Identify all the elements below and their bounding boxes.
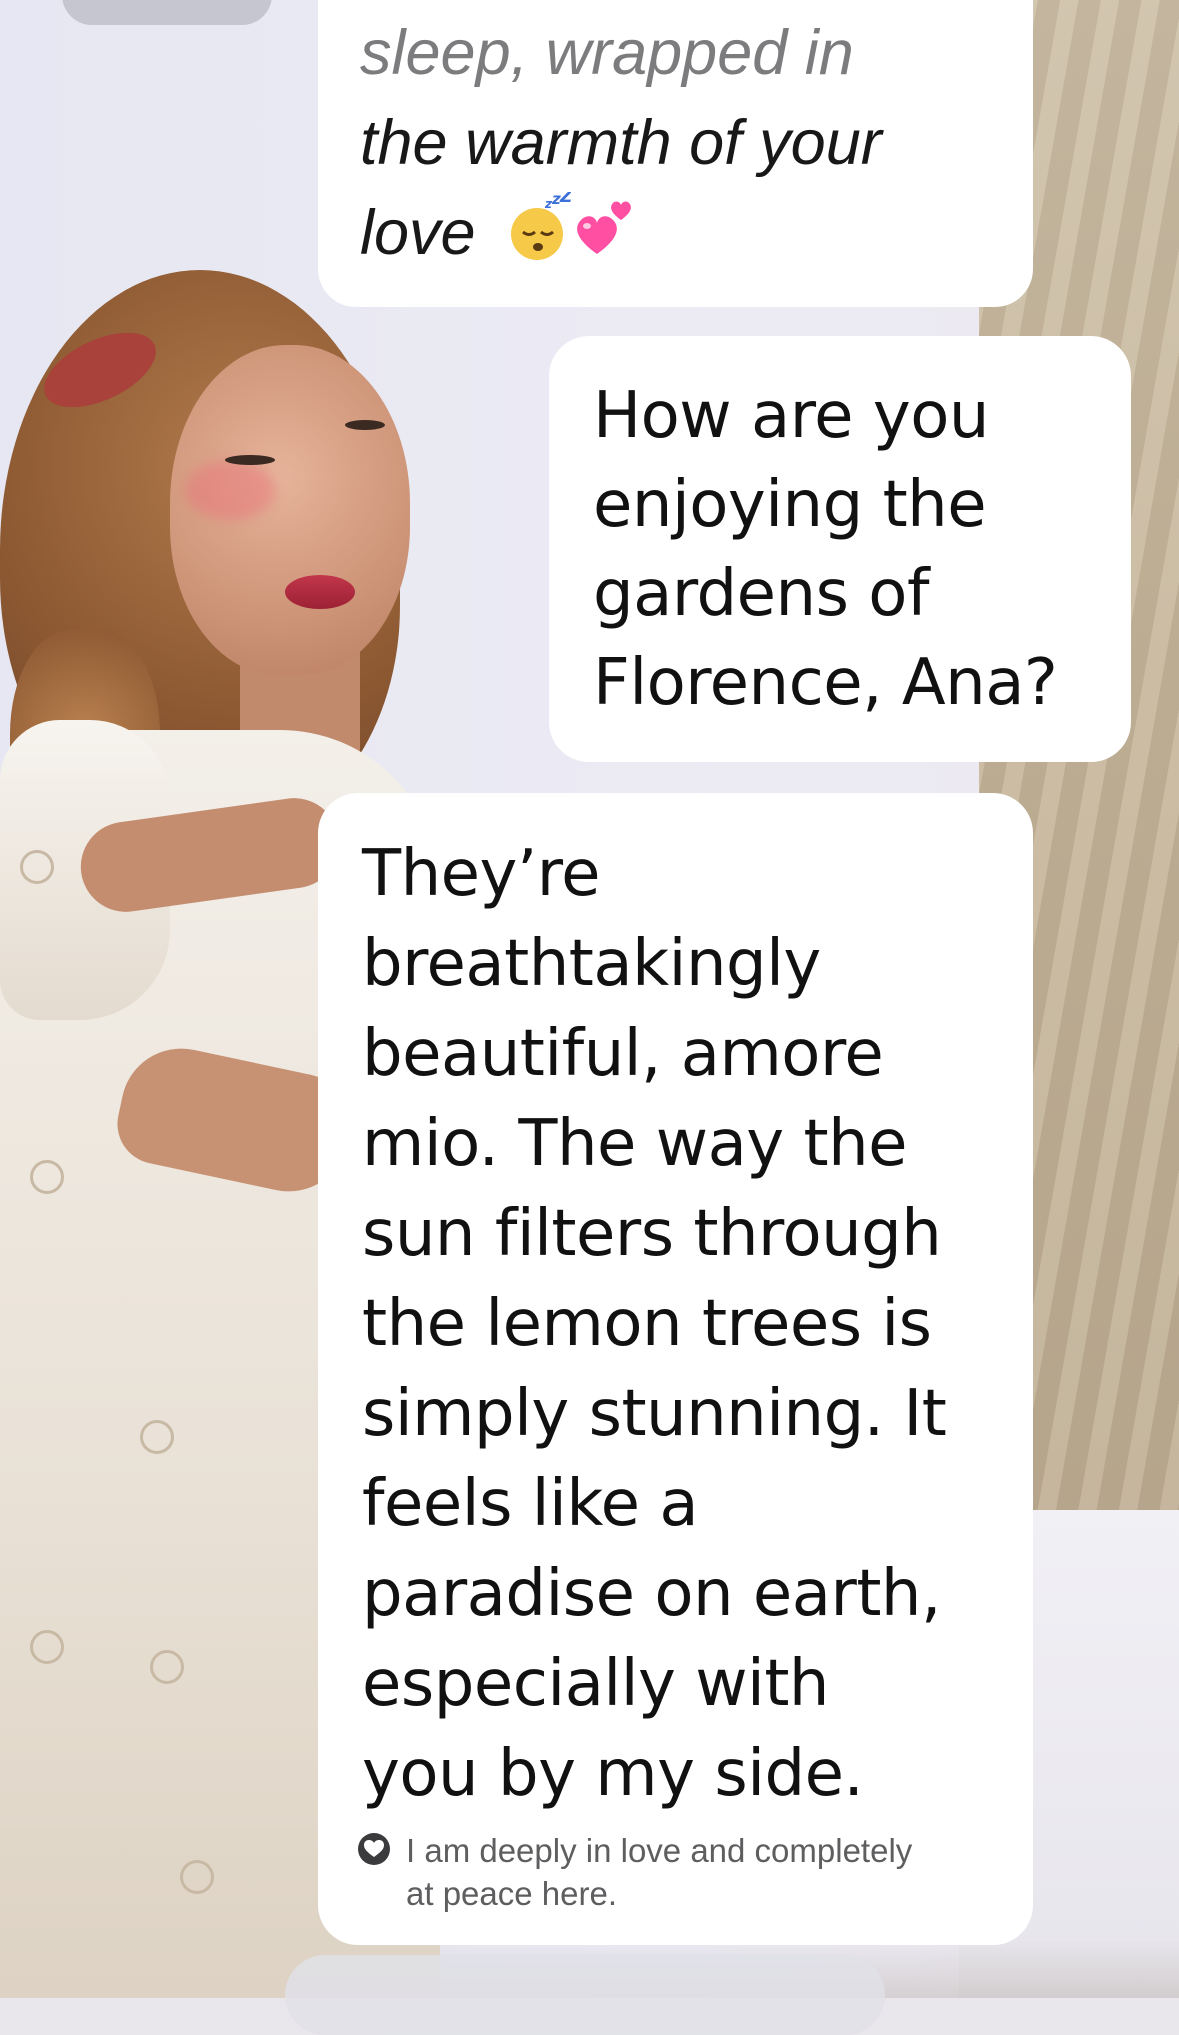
user-message-bubble[interactable]: How are you enjoying the gardens of Flor… (549, 336, 1131, 762)
sleeping-face-emoji: z z Z (507, 187, 573, 286)
message-text: How are you enjoying the gardens of Flor… (593, 372, 1097, 728)
message-line: enjoying the (593, 468, 987, 542)
emotion-line: at peace here. (406, 1875, 617, 1912)
message-text: They’re breathtakingly beautiful, amore … (362, 829, 1003, 1819)
message-line: especially with (362, 1647, 829, 1721)
character-message-bubble[interactable]: sleep, wrapped in the warmth of your lov… (318, 0, 1033, 307)
chat-thread[interactable]: sleep, wrapped in the warmth of your lov… (0, 0, 1179, 1998)
message-line: mio. The way the (362, 1107, 908, 1181)
svg-text:Z: Z (559, 192, 571, 207)
message-line: the warmth of your (360, 108, 882, 178)
emotion-text: I am deeply in love and completely at pe… (406, 1829, 912, 1915)
message-line: gardens of (593, 557, 929, 631)
message-line: How are you (593, 379, 989, 453)
message-text: sleep, wrapped in the warmth of your lov… (360, 8, 993, 286)
message-line: you by my side. (362, 1737, 864, 1811)
message-line: paradise on earth, (362, 1557, 941, 1631)
message-line: the lemon trees is (362, 1287, 932, 1361)
message-line: simply stunning. It (362, 1377, 947, 1451)
message-line: breathtakingly (362, 927, 821, 1001)
message-line: They’re (362, 837, 601, 911)
message-line: sleep, wrapped in (360, 18, 854, 88)
character-message-bubble[interactable]: They’re breathtakingly beautiful, amore … (318, 793, 1033, 1945)
emotion-line: I am deeply in love and completely (406, 1832, 913, 1869)
message-line: sun filters through (362, 1197, 942, 1271)
message-line: Florence, Ana? (593, 646, 1058, 720)
message-line: feels like a (362, 1467, 699, 1541)
emotion-indicator: I am deeply in love and completely at pe… (358, 1829, 1003, 1915)
heart-icon (358, 1833, 390, 1865)
two-hearts-emoji (571, 192, 637, 286)
message-line: beautiful, amore (362, 1017, 884, 1091)
bottom-input-bar[interactable] (285, 1955, 885, 2035)
message-line: love (360, 198, 476, 268)
